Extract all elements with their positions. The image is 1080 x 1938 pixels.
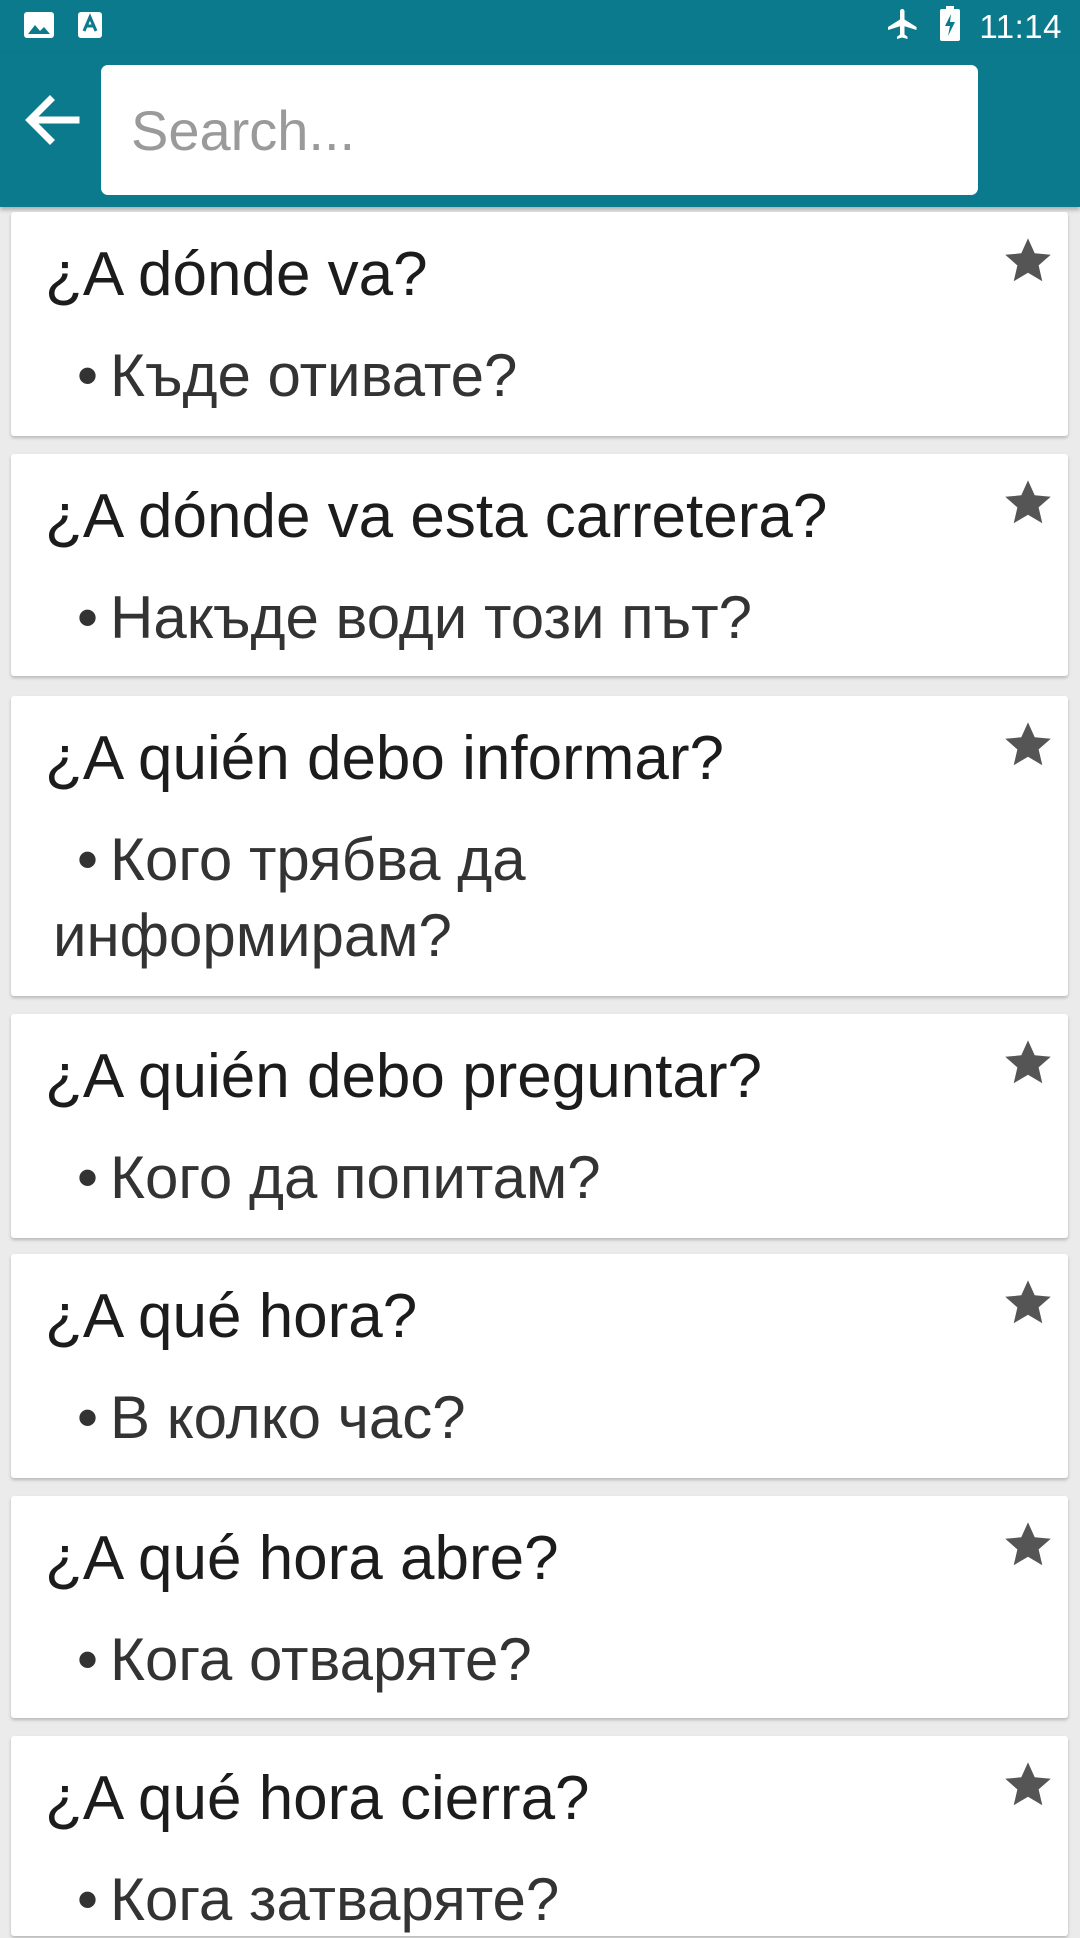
phrase-spanish: ¿A quién debo preguntar? bbox=[45, 1042, 762, 1111]
battery-charging-icon bbox=[939, 6, 961, 47]
airplane-icon bbox=[885, 6, 921, 47]
star-icon[interactable] bbox=[1002, 1036, 1054, 1088]
phrase-card[interactable]: ¿A quién debo preguntar? • Кого да попита… bbox=[11, 1014, 1068, 1238]
phrase-translation: • Къде отивате? bbox=[77, 342, 518, 409]
phrase-spanish: ¿A qué hora? bbox=[45, 1282, 418, 1351]
phrase-card[interactable]: ¿A dónde va? • Къде отивате? bbox=[11, 212, 1068, 436]
phrase-spanish: ¿A qué hora abre? bbox=[45, 1524, 559, 1593]
arrow-left-icon bbox=[22, 94, 80, 151]
phrase-card[interactable]: ¿A dónde va esta carretera? • Накъде води… bbox=[11, 454, 1068, 676]
phrase-translation: • Накъде води този път? bbox=[77, 584, 752, 651]
star-icon[interactable] bbox=[1002, 1758, 1054, 1810]
phrase-translation: • Кого да попитам? bbox=[77, 1144, 601, 1211]
phrase-bulgarian: Къде отивате? bbox=[110, 342, 518, 409]
phrase-bulgarian: Накъде води този път? bbox=[110, 584, 752, 651]
phrase-spanish: ¿A quién debo informar? bbox=[45, 724, 724, 793]
phrase-bulgarian: Кого да попитам? bbox=[110, 1144, 601, 1211]
phrase-bulgarian: Кого трябва да информирам? bbox=[53, 826, 526, 969]
status-notifications bbox=[22, 10, 104, 45]
search-box bbox=[101, 65, 978, 195]
phrase-card[interactable]: ¿A qué hora? • В колко час? bbox=[11, 1254, 1068, 1478]
phrase-card[interactable]: ¿A qué hora cierra? • Кога затваряте? bbox=[11, 1736, 1068, 1936]
phrase-spanish: ¿A qué hora cierra? bbox=[45, 1764, 590, 1833]
phrase-bulgarian: В колко час? bbox=[110, 1384, 466, 1451]
phrase-bulgarian: Кога отваряте? bbox=[110, 1626, 532, 1693]
phrase-spanish: ¿A dónde va esta carretera? bbox=[45, 482, 828, 551]
app-bar bbox=[0, 53, 1080, 207]
search-input[interactable] bbox=[101, 65, 978, 195]
back-button[interactable] bbox=[14, 85, 88, 159]
star-icon[interactable] bbox=[1002, 1518, 1054, 1570]
phrase-translation: • Кого трябва да информирам? bbox=[53, 826, 526, 969]
phrase-card[interactable]: ¿A qué hora abre? • Кога отваряте? bbox=[11, 1496, 1068, 1718]
star-icon[interactable] bbox=[1002, 718, 1054, 770]
star-icon[interactable] bbox=[1002, 1276, 1054, 1328]
text-a-icon bbox=[76, 10, 104, 45]
phrase-card[interactable]: ¿A quién debo informar? • Кого трябва да … bbox=[11, 696, 1068, 996]
phrase-translation: • Кога отваряте? bbox=[77, 1626, 532, 1693]
phrase-translation: • Кога затваряте? bbox=[77, 1866, 560, 1933]
image-icon bbox=[22, 10, 56, 45]
phrase-translation: • В колко час? bbox=[77, 1384, 466, 1451]
status-system: 11:14 bbox=[885, 4, 1062, 49]
star-icon[interactable] bbox=[1002, 476, 1054, 528]
status-bar: 11:14 bbox=[0, 0, 1080, 53]
status-time: 11:14 bbox=[979, 7, 1062, 45]
star-icon[interactable] bbox=[1002, 234, 1054, 286]
phrase-spanish: ¿A dónde va? bbox=[45, 240, 428, 309]
phrase-bulgarian: Кога затваряте? bbox=[110, 1866, 560, 1933]
